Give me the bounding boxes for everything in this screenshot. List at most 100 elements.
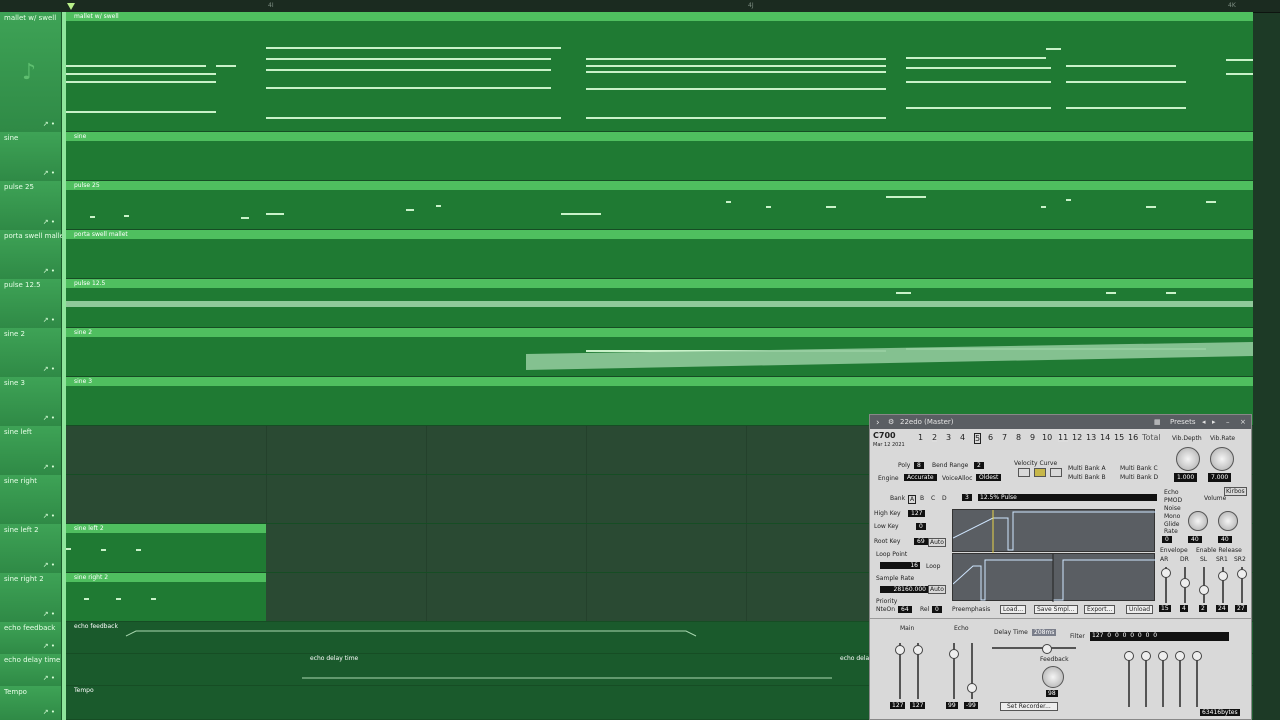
channel-13[interactable]: 13 (1086, 433, 1096, 442)
rate-value[interactable]: 0 (1162, 536, 1172, 543)
bank-d[interactable]: D (942, 495, 947, 502)
unload-button[interactable]: Unload (1126, 605, 1154, 614)
filter-handle-5[interactable] (1192, 651, 1202, 661)
pattern-clip[interactable]: sine 2 (66, 328, 1253, 376)
track-mute-icon[interactable]: ↗ • (43, 642, 55, 650)
feedback-knob[interactable] (1042, 666, 1064, 688)
high-key-value[interactable]: 127 (908, 510, 926, 517)
program-number[interactable]: 3 (962, 494, 972, 501)
track-lane[interactable]: pulse 12.5 (66, 279, 1253, 328)
track-header[interactable]: echo delay time ↗ • (0, 654, 62, 686)
echo-l-value[interactable]: 99 (946, 702, 958, 709)
filter-handle-2[interactable] (1141, 651, 1151, 661)
loop-point-value[interactable]: 16 (880, 562, 920, 569)
multi-bank-d[interactable]: Multi Bank D (1120, 474, 1158, 481)
vib-rate-knob[interactable] (1210, 447, 1234, 471)
track-mute-icon[interactable]: ↗ • (43, 316, 55, 324)
waveform-view[interactable] (952, 509, 1156, 553)
preemphasis-checkbox[interactable]: Preemphasis (952, 606, 990, 613)
main-r-value[interactable]: 127 (910, 702, 926, 709)
pattern-clip[interactable]: porta swell mallet (66, 230, 1253, 278)
track-lane[interactable]: mallet w/ swell (66, 12, 1253, 132)
close-icon[interactable]: × (1240, 418, 1246, 426)
automation-clip[interactable]: echo delay time (302, 654, 832, 685)
track-header[interactable]: sine ↗ • (0, 132, 62, 181)
plugin-titlebar[interactable]: › ⚙ 22edo (Master) ▦ Presets ◂ ▸ – × (870, 415, 1251, 429)
channel-5[interactable]: 5 (974, 433, 982, 444)
env-ar-value[interactable]: 15 (1159, 605, 1171, 612)
track-header[interactable]: sine right ↗ • (0, 475, 62, 524)
track-mute-icon[interactable]: ↗ • (43, 708, 55, 716)
track-lane[interactable]: pulse 25 (66, 181, 1253, 230)
auto-root-button[interactable]: Auto (928, 538, 946, 547)
track-header[interactable]: pulse 25 ↗ • (0, 181, 62, 230)
channel-6[interactable]: 6 (988, 433, 993, 442)
delay-time-handle[interactable] (1042, 644, 1052, 654)
env-sl-handle[interactable] (1199, 585, 1209, 595)
main-l-value[interactable]: 127 (890, 702, 906, 709)
bank-c[interactable]: C (931, 495, 935, 502)
track-mute-icon[interactable]: ↗ • (43, 463, 55, 471)
track-header[interactable]: sine 3 ↗ • (0, 377, 62, 426)
rel-value[interactable]: 0 (932, 606, 942, 613)
env-sl-value[interactable]: 2 (1199, 605, 1207, 612)
bank-b[interactable]: B (920, 495, 924, 502)
filter-6[interactable]: 0 (1146, 632, 1150, 639)
mono-option[interactable]: Mono (1164, 513, 1180, 520)
root-key-value[interactable]: 69 (914, 538, 928, 545)
low-key-value[interactable]: 0 (916, 523, 926, 530)
grid-icon[interactable]: ▦ (1154, 418, 1161, 426)
track-mute-icon[interactable]: ↗ • (43, 365, 55, 373)
track-mute-icon[interactable]: ↗ • (43, 218, 55, 226)
loop-checkbox[interactable]: Loop (926, 563, 940, 570)
env-dr-value[interactable]: 4 (1180, 605, 1188, 612)
delay-time-slider[interactable] (992, 647, 1076, 649)
channel-12[interactable]: 12 (1072, 433, 1082, 442)
track-header[interactable]: mallet w/ swell ♪ ↗ • (0, 12, 62, 132)
track-lane[interactable]: porta swell mallet (66, 230, 1253, 279)
channel-10[interactable]: 10 (1042, 433, 1052, 442)
automation-clip[interactable] (66, 654, 302, 685)
env-sr1-handle[interactable] (1218, 571, 1228, 581)
gear-icon[interactable]: ⚙ (888, 418, 894, 426)
load-button[interactable]: Load... (1000, 605, 1027, 614)
enable-release-checkbox[interactable]: Enable Release (1196, 547, 1242, 554)
filter-4[interactable]: 0 (1130, 632, 1134, 639)
filter-handle-4[interactable] (1175, 651, 1185, 661)
voice-alloc-select[interactable]: Oldest (976, 474, 1002, 481)
channel-total[interactable]: Total (1142, 433, 1161, 442)
velocity-curve-mid[interactable] (1034, 468, 1046, 477)
echo-r-value[interactable]: -99 (964, 702, 978, 709)
volume-left-knob[interactable] (1188, 511, 1208, 531)
glide-option[interactable]: Glide (1164, 521, 1179, 528)
bend-range-value[interactable]: 2 (974, 462, 984, 469)
channel-16[interactable]: 16 (1128, 433, 1138, 442)
filter-handle-1[interactable] (1124, 651, 1134, 661)
track-mute-icon[interactable]: ↗ • (43, 267, 55, 275)
pattern-clip[interactable]: mallet w/ swell (66, 12, 1253, 131)
channel-7[interactable]: 7 (1002, 433, 1007, 442)
preset-next-icon[interactable]: ▸ (1212, 418, 1216, 426)
track-header[interactable]: Tempo ↗ • (0, 686, 62, 720)
echo-l-handle[interactable] (949, 649, 959, 659)
preset-prev-icon[interactable]: ◂ (1202, 418, 1206, 426)
filter-0[interactable]: 127 (1092, 632, 1103, 639)
automation-clip[interactable]: Tempo (66, 686, 869, 719)
track-header[interactable]: sine right 2 ↗ • (0, 573, 62, 622)
filter-2[interactable]: 0 (1115, 632, 1119, 639)
automation-clip[interactable]: echo feedback (66, 622, 869, 653)
track-mute-icon[interactable]: ↗ • (43, 610, 55, 618)
delay-time-value[interactable]: 208ms (1032, 629, 1057, 636)
pattern-clip[interactable]: sine (66, 132, 1253, 180)
track-mute-icon[interactable]: ↗ • (43, 561, 55, 569)
track-mute-icon[interactable]: ↗ • (43, 169, 55, 177)
pattern-clip[interactable]: pulse 12.5 (66, 279, 1253, 327)
channel-1[interactable]: 1 (918, 433, 923, 442)
filter-values[interactable]: 127 0 0 0 0 0 0 0 (1090, 632, 1229, 641)
track-header[interactable]: pulse 12.5 ↗ • (0, 279, 62, 328)
set-recorder-button[interactable]: Set Recorder... (1000, 702, 1058, 711)
engine-select[interactable]: Accurate (904, 474, 937, 481)
minimize-icon[interactable]: – (1226, 418, 1230, 426)
env-sr2-value[interactable]: 27 (1235, 605, 1247, 612)
track-mute-icon[interactable]: ↗ • (43, 512, 55, 520)
